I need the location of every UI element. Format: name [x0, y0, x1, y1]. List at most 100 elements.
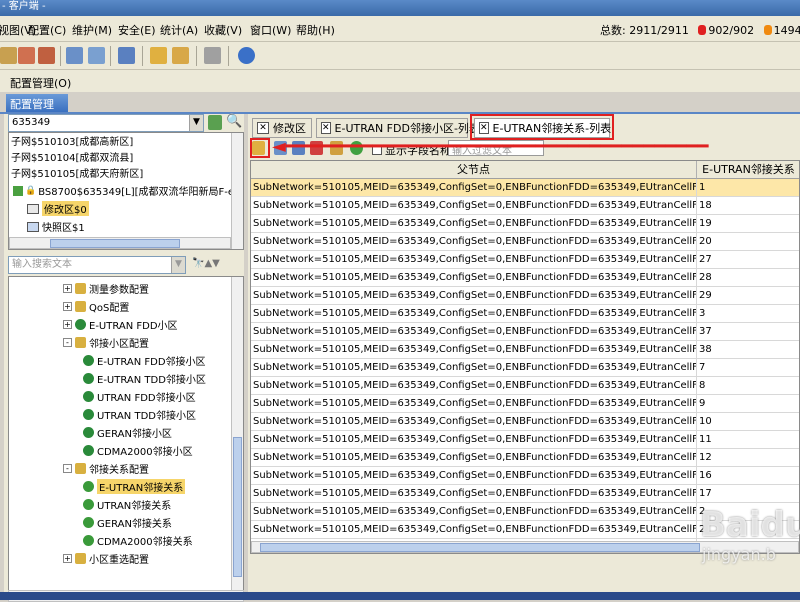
table-row[interactable]: SubNetwork=510105,MEID=635349,ConfigSet=… [251, 287, 799, 305]
config-tree-item[interactable]: - 邻接关系配置 [63, 461, 149, 476]
config-bar-label[interactable]: 配置管理(O) [10, 75, 71, 91]
config-management-tab[interactable]: 配置管理 ⊠ [6, 94, 68, 125]
table-row[interactable]: SubNetwork=510105,MEID=635349,ConfigSet=… [251, 413, 799, 431]
menu-security[interactable]: 安全(E) [118, 22, 156, 38]
tree-item-modify-zone[interactable]: 修改区$0 [27, 201, 89, 216]
expand-icon[interactable]: + [63, 284, 72, 293]
config-tree: + 测量参数配置 + QoS配置 + E-UTRAN FDD小区 - 邻接小区配置 E-UTRA… [8, 276, 244, 600]
config-tree-item[interactable]: CDMA2000邻接小区 [83, 443, 193, 458]
tab-modify-zone-label: 修改区 [273, 122, 306, 135]
table-row[interactable]: SubNetwork=510105,MEID=635349,ConfigSet=… [251, 485, 799, 503]
toolbar-export-icon[interactable] [172, 47, 189, 64]
table-row[interactable]: SubNetwork=510105,MEID=635349,ConfigSet=… [251, 179, 799, 197]
config-tree-item[interactable]: E-UTRAN FDD邻接小区 [83, 353, 206, 368]
folder-icon [75, 301, 86, 312]
menu-config[interactable]: 配置(C) [28, 22, 66, 38]
table-row[interactable]: SubNetwork=510105,MEID=635349,ConfigSet=… [251, 251, 799, 269]
chevron-down-icon[interactable]: ▼ [171, 257, 185, 273]
config-tree-item[interactable]: E-UTRAN邻接关系 [83, 479, 186, 494]
locate-icon[interactable] [208, 115, 222, 130]
table-row[interactable]: SubNetwork=510105,MEID=635349,ConfigSet=… [251, 215, 799, 233]
menu-favorites[interactable]: 收藏(V) [204, 22, 242, 38]
menu-stats[interactable]: 统计(A) [160, 22, 198, 38]
menu-maintain[interactable]: 维护(M) [72, 22, 112, 38]
table-row[interactable]: SubNetwork=510105,MEID=635349,ConfigSet=… [251, 359, 799, 377]
config-tree-item[interactable]: GERAN邻接关系 [83, 515, 172, 530]
table-row[interactable]: SubNetwork=510105,MEID=635349,ConfigSet=… [251, 233, 799, 251]
config-tree-item[interactable]: UTRAN FDD邻接小区 [83, 389, 196, 404]
column-header-parent[interactable]: 父节点 [251, 161, 697, 179]
table-row[interactable]: SubNetwork=510105,MEID=635349,ConfigSet=… [251, 197, 799, 215]
config-tree-item[interactable]: - 邻接小区配置 [63, 335, 149, 350]
toolbar-folder-icon[interactable] [150, 47, 167, 64]
toolbar-window-icon[interactable] [66, 47, 83, 64]
globe-icon [83, 355, 94, 366]
config-tree-item[interactable]: + 测量参数配置 [63, 281, 149, 296]
cell-relation-id: 19 [697, 215, 799, 233]
config-tree-vertical-scrollbar[interactable] [231, 277, 243, 599]
tree-item-subnet-510105[interactable]: 子网$510105[成都天府新区] [11, 165, 143, 180]
config-tree-item[interactable]: + 小区重选配置 [63, 551, 149, 566]
table-row[interactable]: SubNetwork=510105,MEID=635349,ConfigSet=… [251, 449, 799, 467]
table-row[interactable]: SubNetwork=510105,MEID=635349,ConfigSet=… [251, 377, 799, 395]
node-search-combo[interactable]: 635349 ▼ [8, 114, 204, 132]
tree-vertical-scrollbar[interactable] [231, 133, 243, 249]
cell-relation-id: 7 [697, 359, 799, 377]
cell-parent: SubNetwork=510105,MEID=635349,ConfigSet=… [251, 197, 697, 215]
config-tree-item-label: E-UTRAN FDD邻接小区 [97, 357, 206, 368]
folder-icon [75, 337, 86, 348]
leaf-icon [13, 185, 23, 196]
toolbar-view-icon[interactable] [0, 47, 17, 64]
tree-item-subnet-510103[interactable]: 子网$510103[成都高新区] [11, 133, 133, 148]
config-tree-item[interactable]: + E-UTRAN FDD小区 [63, 317, 178, 332]
tree-item-subnet-510104[interactable]: 子网$510104[成都双流县] [11, 149, 133, 164]
node-search-value: 635349 [12, 117, 51, 128]
search-icon[interactable]: 🔍 [226, 114, 242, 129]
chevron-down-icon[interactable]: ▼ [189, 115, 203, 131]
table-row[interactable]: SubNetwork=510105,MEID=635349,ConfigSet=… [251, 395, 799, 413]
tab-fdd-neighbor-cell-list[interactable]: ✕ E-UTRAN FDD邻接小区-列表 [316, 118, 480, 138]
toolbar-alarm-icon[interactable] [38, 47, 55, 64]
menu-window[interactable]: 窗口(W) [250, 22, 291, 38]
table-row[interactable]: SubNetwork=510105,MEID=635349,ConfigSet=… [251, 341, 799, 359]
toolbar-network-icon[interactable] [18, 47, 35, 64]
config-tree-item[interactable]: + QoS配置 [63, 299, 129, 314]
tree-horizontal-scrollbar[interactable] [9, 237, 231, 249]
scroll-thumb[interactable] [233, 437, 242, 577]
column-header-relation-id[interactable]: E-UTRAN邻接关系ID [697, 161, 799, 193]
cell-parent: SubNetwork=510105,MEID=635349,ConfigSet=… [251, 269, 697, 287]
config-tree-item[interactable]: UTRAN TDD邻接小区 [83, 407, 196, 422]
config-tree-item[interactable]: E-UTRAN TDD邻接小区 [83, 371, 206, 386]
table-row[interactable]: SubNetwork=510105,MEID=635349,ConfigSet=… [251, 269, 799, 287]
table-row[interactable]: SubNetwork=510105,MEID=635349,ConfigSet=… [251, 431, 799, 449]
tree-item-bs8700[interactable]: 🔒 BS8700$635349[L][成都双流华阳新局F-eN [13, 183, 242, 198]
close-icon[interactable]: ✕ [321, 122, 331, 134]
config-bar: 配置管理(O) [0, 70, 800, 92]
expand-icon[interactable]: + [63, 554, 72, 563]
toolbar-report-icon[interactable] [118, 47, 135, 64]
collapse-icon[interactable]: - [63, 464, 72, 473]
relation-icon [83, 499, 94, 510]
tab-modify-zone[interactable]: ✕ 修改区 [252, 118, 312, 138]
table-row[interactable]: SubNetwork=510105,MEID=635349,ConfigSet=… [251, 323, 799, 341]
tree-item-snapshot-zone[interactable]: 快照区$1 [27, 219, 85, 234]
table-row[interactable]: SubNetwork=510105,MEID=635349,ConfigSet=… [251, 467, 799, 485]
toolbar-grid-icon[interactable] [88, 47, 105, 64]
toolbar-tool-icon[interactable] [204, 47, 221, 64]
help-icon[interactable] [238, 47, 255, 64]
config-tree-item-label: 测量参数配置 [89, 285, 149, 296]
search-nav-icon[interactable]: 🔭▲▼ [192, 258, 220, 269]
config-tree-item[interactable]: CDMA2000邻接关系 [83, 533, 193, 548]
menu-help[interactable]: 帮助(H) [296, 22, 335, 38]
table-row[interactable]: SubNetwork=510105,MEID=635349,ConfigSet=… [251, 305, 799, 323]
config-tree-item[interactable]: UTRAN邻接关系 [83, 497, 171, 512]
close-icon[interactable]: ✕ [257, 122, 269, 134]
cell-parent: SubNetwork=510105,MEID=635349,ConfigSet=… [251, 287, 697, 305]
config-tree-item[interactable]: GERAN邻接小区 [83, 425, 172, 440]
tree-search-input[interactable]: 输入搜索文本 ▼ [8, 256, 186, 274]
scroll-thumb[interactable] [50, 239, 180, 248]
scroll-thumb[interactable] [260, 543, 700, 552]
collapse-icon[interactable]: - [63, 338, 72, 347]
expand-icon[interactable]: + [63, 302, 72, 311]
expand-icon[interactable]: + [63, 320, 72, 329]
